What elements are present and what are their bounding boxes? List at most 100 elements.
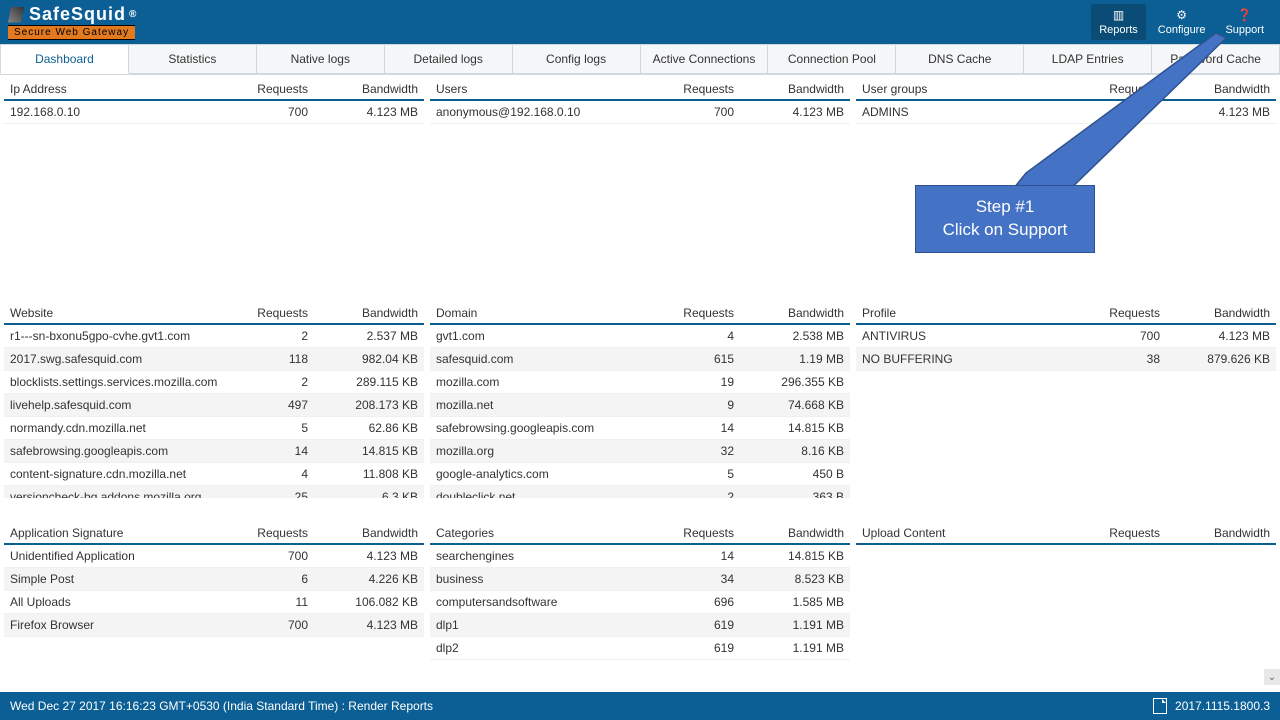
col-requests: Requests	[228, 526, 308, 540]
cell-name: Firefox Browser	[10, 618, 228, 632]
tab-dashboard[interactable]: Dashboard	[0, 44, 129, 74]
top-actions: ▥ Reports ⚙ Configure ❓ Support	[1091, 4, 1272, 40]
tab-detailed-logs[interactable]: Detailed logs	[385, 44, 513, 74]
cell-bandwidth: 8.16 KB	[734, 444, 844, 458]
cell-bandwidth: 14.815 KB	[734, 549, 844, 563]
table-row[interactable]: searchengines1414.815 KB	[430, 545, 850, 568]
table-row[interactable]: google-analytics.com5450 B	[430, 463, 850, 486]
tab-config-logs[interactable]: Config logs	[513, 44, 641, 74]
cell-requests: 6	[228, 572, 308, 586]
cell-requests: 25	[228, 490, 308, 498]
table-row[interactable]: mozilla.com19296.355 KB	[430, 371, 850, 394]
cell-name: r1---sn-bxonu5gpo-cvhe.gvt1.com	[10, 329, 228, 343]
status-text: Wed Dec 27 2017 16:16:23 GMT+0530 (India…	[10, 699, 433, 713]
table-row[interactable]: versioncheck-bg.addons.mozilla.org256.3 …	[4, 486, 424, 498]
reports-button[interactable]: ▥ Reports	[1091, 4, 1146, 40]
table-row[interactable]: Firefox Browser7004.123 MB	[4, 614, 424, 637]
cell-name: All Uploads	[10, 595, 228, 609]
cell-name: google-analytics.com	[436, 467, 654, 481]
tab-active-connections[interactable]: Active Connections	[641, 44, 769, 74]
cell-name: dlp1	[436, 618, 654, 632]
tab-connection-pool[interactable]: Connection Pool	[768, 44, 896, 74]
table-row[interactable]: mozilla.net974.668 KB	[430, 394, 850, 417]
configure-button[interactable]: ⚙ Configure	[1150, 4, 1214, 40]
col-requests: Requests	[1080, 306, 1160, 320]
table-row[interactable]: All Uploads11106.082 KB	[4, 591, 424, 614]
tab-statistics[interactable]: Statistics	[129, 44, 257, 74]
cell-name: 2017.swg.safesquid.com	[10, 352, 228, 366]
panel-header: Profile Requests Bandwidth	[856, 303, 1276, 325]
scroll-down-icon[interactable]: ⌄	[1264, 669, 1280, 685]
table-row[interactable]: blocklists.settings.services.mozilla.com…	[4, 371, 424, 394]
cell-name: safesquid.com	[436, 352, 654, 366]
cell-bandwidth: 14.815 KB	[308, 444, 418, 458]
cell-requests: 2	[654, 490, 734, 498]
brand-tagline: Secure Web Gateway	[8, 25, 135, 40]
cell-name: safebrowsing.googleapis.com	[436, 421, 654, 435]
table-row[interactable]: safesquid.com6151.19 MB	[430, 348, 850, 371]
tab-ldap-entries[interactable]: LDAP Entries	[1024, 44, 1152, 74]
cell-name: livehelp.safesquid.com	[10, 398, 228, 412]
cell-requests: 615	[654, 352, 734, 366]
version-text: 2017.1115.1800.3	[1175, 699, 1270, 713]
support-button[interactable]: ❓ Support	[1217, 4, 1272, 40]
table-row[interactable]: NO BUFFERING38879.626 KB	[856, 348, 1276, 371]
cell-bandwidth: 1.191 MB	[734, 641, 844, 655]
cell-bandwidth: 1.191 MB	[734, 618, 844, 632]
configure-label: Configure	[1158, 24, 1206, 36]
panel-body: ANTIVIRUS7004.123 MBNO BUFFERING38879.62…	[856, 325, 1276, 498]
table-row[interactable]: mozilla.org328.16 KB	[430, 440, 850, 463]
tab-native-logs[interactable]: Native logs	[257, 44, 385, 74]
cell-name: Unidentified Application	[10, 549, 228, 563]
col-bandwidth: Bandwidth	[308, 82, 418, 96]
col-title: Application Signature	[10, 526, 228, 540]
panel-header: Application Signature Requests Bandwidth	[4, 523, 424, 545]
col-requests: Requests	[654, 306, 734, 320]
table-row[interactable]: safebrowsing.googleapis.com1414.815 KB	[430, 417, 850, 440]
cell-bandwidth: 74.668 KB	[734, 398, 844, 412]
cell-requests: 700	[228, 618, 308, 632]
cell-name: mozilla.com	[436, 375, 654, 389]
reports-label: Reports	[1099, 24, 1138, 36]
logo-main: SafeSquid ®	[8, 4, 137, 25]
cell-bandwidth: 11.808 KB	[308, 467, 418, 481]
table-row[interactable]: 2017.swg.safesquid.com118982.04 KB	[4, 348, 424, 371]
panel-header: Ip Address Requests Bandwidth	[4, 79, 424, 101]
col-bandwidth: Bandwidth	[734, 306, 844, 320]
table-row[interactable]: gvt1.com42.538 MB	[430, 325, 850, 348]
table-row[interactable]: Simple Post64.226 KB	[4, 568, 424, 591]
logo: SafeSquid ® Secure Web Gateway	[8, 4, 137, 40]
cell-requests: 700	[228, 105, 308, 119]
table-row[interactable]: Unidentified Application7004.123 MB	[4, 545, 424, 568]
table-row[interactable]: livehelp.safesquid.com497208.173 KB	[4, 394, 424, 417]
cell-requests: 5	[654, 467, 734, 481]
document-icon[interactable]	[1153, 698, 1167, 714]
panel-header: Domain Requests Bandwidth	[430, 303, 850, 325]
table-row[interactable]: r1---sn-bxonu5gpo-cvhe.gvt1.com22.537 MB	[4, 325, 424, 348]
table-row[interactable]: ANTIVIRUS7004.123 MB	[856, 325, 1276, 348]
col-bandwidth: Bandwidth	[734, 82, 844, 96]
table-row[interactable]: dlp26191.191 MB	[430, 637, 850, 660]
cell-requests: 9	[654, 398, 734, 412]
table-row[interactable]: business348.523 KB	[430, 568, 850, 591]
col-title: Upload Content	[862, 526, 1080, 540]
table-row[interactable]: anonymous@192.168.0.107004.123 MB	[430, 101, 850, 124]
table-row[interactable]: doubleclick.net2363 B	[430, 486, 850, 498]
brand-name: SafeSquid	[29, 4, 126, 25]
cell-name: blocklists.settings.services.mozilla.com	[10, 375, 228, 389]
table-row[interactable]: 192.168.0.107004.123 MB	[4, 101, 424, 124]
table-row[interactable]: ADMINS4.123 MB	[856, 101, 1276, 124]
panel-ip-address: Ip Address Requests Bandwidth 192.168.0.…	[4, 79, 424, 279]
cell-bandwidth: 8.523 KB	[734, 572, 844, 586]
table-row[interactable]: content-signature.cdn.mozilla.net411.808…	[4, 463, 424, 486]
cell-requests: 5	[228, 421, 308, 435]
tab-password-cache[interactable]: Password Cache	[1152, 44, 1280, 74]
table-row[interactable]: dlp16191.191 MB	[430, 614, 850, 637]
table-row[interactable]: computersandsoftware6961.585 MB	[430, 591, 850, 614]
panel-domain: Domain Requests Bandwidth gvt1.com42.538…	[430, 303, 850, 498]
table-row[interactable]: safebrowsing.googleapis.com1414.815 KB	[4, 440, 424, 463]
col-title: Categories	[436, 526, 654, 540]
table-row[interactable]: normandy.cdn.mozilla.net562.86 KB	[4, 417, 424, 440]
tab-dns-cache[interactable]: DNS Cache	[896, 44, 1024, 74]
cell-requests: 19	[654, 375, 734, 389]
